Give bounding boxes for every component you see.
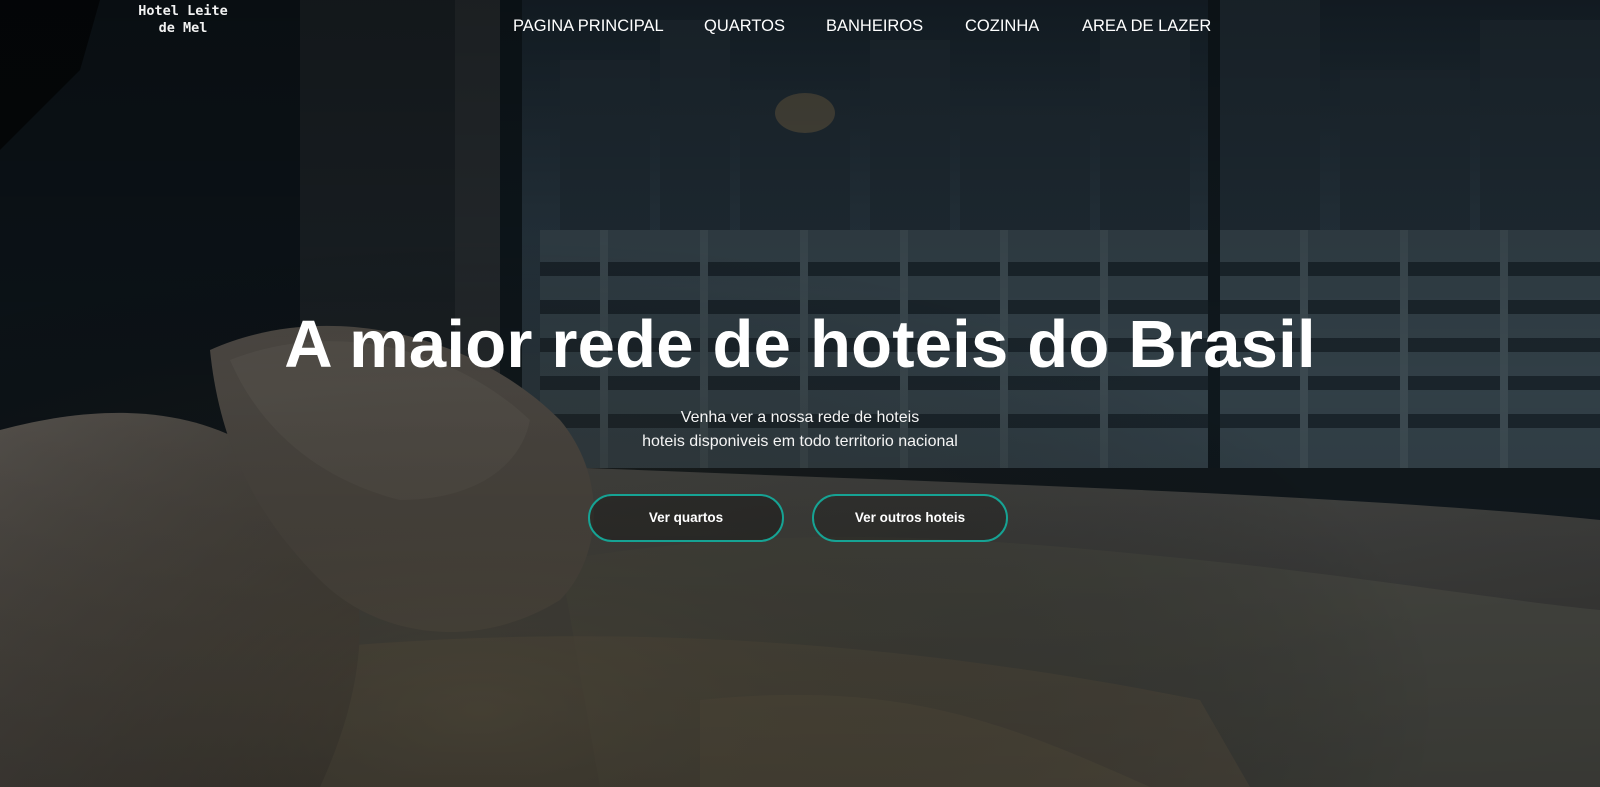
- nav-link-pagina-principal[interactable]: PAGINA PRINCIPAL: [513, 15, 664, 37]
- main-navigation: PAGINA PRINCIPAL QUARTOS BANHEIROS COZIN…: [0, 15, 1600, 37]
- ver-outros-hoteis-button[interactable]: Ver outros hoteis: [812, 494, 1008, 542]
- hero-headline: A maior rede de hoteis do Brasil: [284, 307, 1316, 382]
- hero-section: Hotel Leite de Mel PAGINA PRINCIPAL QUAR…: [0, 0, 1600, 787]
- hero-subtitle-line-2: hoteis disponiveis em todo territorio na…: [642, 433, 958, 450]
- nav-link-quartos[interactable]: QUARTOS: [704, 15, 785, 37]
- nav-link-banheiros[interactable]: BANHEIROS: [826, 15, 923, 37]
- hero-background-image: [0, 0, 1600, 787]
- ver-quartos-button[interactable]: Ver quartos: [588, 494, 784, 542]
- nav-link-area-de-lazer[interactable]: AREA DE LAZER: [1082, 15, 1211, 37]
- hero-subtitle-line-1: Venha ver a nossa rede de hoteis: [680, 409, 920, 426]
- nav-link-cozinha[interactable]: COZINHA: [965, 15, 1039, 37]
